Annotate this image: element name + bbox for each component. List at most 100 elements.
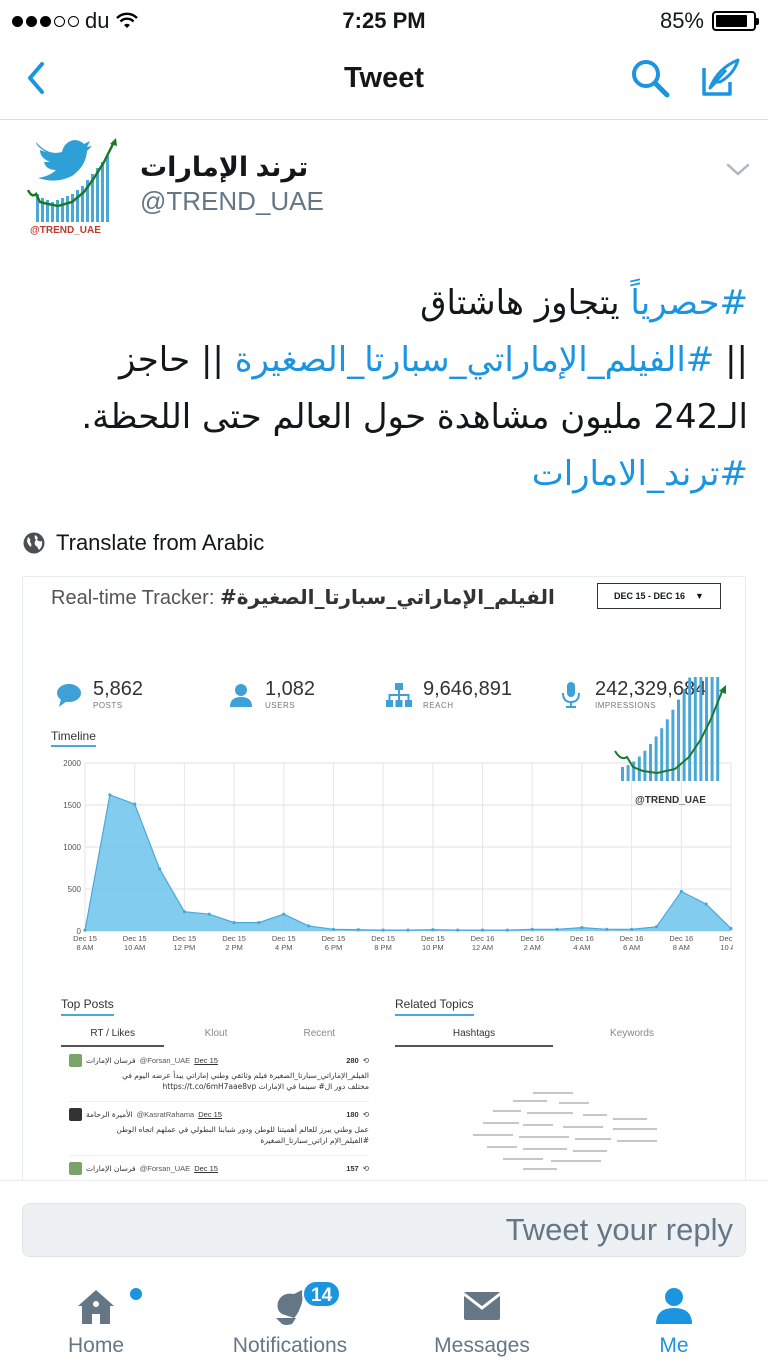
data-point <box>630 927 634 931</box>
tab-recent[interactable]: Recent <box>268 1025 371 1047</box>
clock: 7:25 PM <box>342 8 426 33</box>
x-tick-label: Dec 15 <box>322 934 346 943</box>
stat-value: 1,082 <box>265 678 316 700</box>
globe-icon <box>23 532 45 554</box>
post-avatar <box>69 1161 82 1175</box>
x-tick-label: Dec 16 <box>471 934 495 943</box>
reply-bar: Tweet your reply <box>0 1180 768 1270</box>
tweet-text-segment: || حاجز <box>119 340 235 380</box>
post-rt-count: 280 <box>346 1055 359 1065</box>
stat-label: USERS <box>265 701 296 710</box>
data-point <box>356 928 360 932</box>
author-avatar[interactable]: @TREND_UAE <box>22 132 124 238</box>
post-date: Dec 15 <box>194 1163 218 1173</box>
tab-me[interactable]: Me <box>594 1284 754 1358</box>
home-icon <box>78 1290 114 1324</box>
tab-label: Notifications <box>232 1334 348 1357</box>
tab-hashtags[interactable]: Hashtags <box>395 1025 553 1047</box>
top-post[interactable]: فرسان الإمارات @Forsan_UAE Dec 15 280 ⟲ … <box>69 1053 369 1092</box>
post-author-name: فرسان الإمارات <box>86 1055 136 1065</box>
battery-status: 85% <box>659 8 759 34</box>
x-tick-label: 4 PM <box>275 943 293 952</box>
microphone-icon <box>562 682 580 708</box>
series-area <box>85 794 731 931</box>
y-tick-label: 500 <box>68 885 82 894</box>
author-name[interactable]: ترند الإمارات <box>140 152 308 183</box>
x-tick-label: 10 AM <box>720 943 733 952</box>
user-icon <box>230 684 252 707</box>
new-content-dot <box>130 1288 142 1300</box>
tab-label: Home <box>67 1334 125 1357</box>
data-point <box>207 912 211 916</box>
hashtag-link[interactable]: #حصرياً <box>630 283 748 323</box>
data-point <box>431 928 435 932</box>
divider <box>69 1155 369 1156</box>
data-point <box>555 927 559 931</box>
envelope-icon <box>463 1292 501 1320</box>
compose-icon[interactable] <box>696 54 744 102</box>
tweet-line: #حصرياً يتجاوز هاشتاق <box>60 275 748 332</box>
x-tick-label: Dec 15 <box>371 934 395 943</box>
x-tick-label: Dec 15 <box>272 934 296 943</box>
x-tick-label: Dec 15 <box>421 934 445 943</box>
x-tick-label: Dec 15 <box>73 934 97 943</box>
retweet-icon: ⟲ <box>362 1163 369 1173</box>
data-point <box>729 926 733 931</box>
tab-messages[interactable]: Messages <box>402 1284 562 1358</box>
x-tick-label: 2 AM <box>524 943 541 952</box>
x-tick-label: 12 PM <box>174 943 196 952</box>
battery-percent: 85% <box>659 8 704 33</box>
hashtag-word-cloud <box>473 1092 657 1170</box>
stat-reach: 9,646,891 REACH <box>385 677 512 710</box>
y-tick-label: 2000 <box>63 759 81 768</box>
post-avatar <box>69 1107 82 1121</box>
stat-label: REACH <box>423 701 454 710</box>
data-point <box>282 912 286 916</box>
translate-link[interactable]: Translate from Arabic <box>22 530 264 556</box>
post-date: Dec 15 <box>194 1055 218 1065</box>
data-point <box>108 793 112 797</box>
chevron-down-icon[interactable] <box>724 160 752 180</box>
tweet-line: #ترند_الامارات <box>60 446 748 503</box>
data-point <box>157 867 162 871</box>
tracker-image[interactable]: Real-time Tracker: #الفيلم_الإماراتي_سبا… <box>22 576 746 1180</box>
tweet-line: الـ242 مليون مشاهدة حول العالم حتى اللحظ… <box>60 389 748 446</box>
y-tick-label: 1000 <box>63 843 81 852</box>
post-rt-count: 157 <box>346 1163 359 1173</box>
date-range-select[interactable]: DEC 15 - DEC 16 ▼ <box>597 583 721 609</box>
search-icon[interactable] <box>628 56 672 100</box>
data-point <box>381 928 385 932</box>
data-point <box>307 924 311 928</box>
author-handle[interactable]: @TREND_UAE <box>140 186 324 217</box>
hashtag-link[interactable]: #الفيلم_الإماراتي_سبارتا_الصغيرة <box>235 340 715 380</box>
data-point <box>257 921 261 925</box>
tab-rt-likes[interactable]: RT / Likes <box>61 1025 165 1047</box>
top-post[interactable]: الأميرة الرحامة @KasratRahama Dec 15 180… <box>69 1107 369 1146</box>
post-author-handle: @Forsan_UAE <box>139 1055 191 1065</box>
tab-home[interactable]: Home <box>16 1284 176 1358</box>
x-tick-label: Dec 16 <box>669 934 693 943</box>
data-point <box>654 925 659 929</box>
tab-klout[interactable]: Klout <box>164 1025 267 1047</box>
hashtag-link[interactable]: #ترند_الامارات <box>532 454 748 494</box>
date-range-value: DEC 15 - DEC 16 <box>614 591 686 601</box>
reply-input[interactable]: Tweet your reply <box>22 1203 746 1257</box>
top-post[interactable]: فرسان الإمارات @Forsan_UAE Dec 15 157 ⟲ <box>69 1161 369 1175</box>
stat-users: 1,082 USERS <box>227 677 315 710</box>
person-icon <box>656 1288 692 1324</box>
stat-posts: 5,862 POSTS <box>55 677 143 710</box>
divider <box>69 1101 369 1102</box>
tweet-line: || #الفيلم_الإماراتي_سبارتا_الصغيرة || ح… <box>60 332 748 389</box>
data-point <box>580 926 584 930</box>
x-tick-label: 2 PM <box>225 943 243 952</box>
post-rt-count: 180 <box>346 1109 359 1119</box>
x-tick-label: Dec 16 <box>620 934 644 943</box>
data-point <box>605 927 609 931</box>
tab-notifications[interactable]: 14 Notifications <box>210 1280 370 1358</box>
tweet-text-segment: الـ242 مليون مشاهدة حول العالم حتى اللحظ… <box>81 397 748 437</box>
data-point <box>406 928 410 932</box>
trend-uae-watermark: @TREND_UAE <box>614 677 726 806</box>
tab-keywords[interactable]: Keywords <box>553 1025 711 1047</box>
network-icon <box>386 683 412 707</box>
tweet-text: #حصرياً يتجاوز هاشتاق || #الفيلم_الإمارات… <box>60 275 748 503</box>
